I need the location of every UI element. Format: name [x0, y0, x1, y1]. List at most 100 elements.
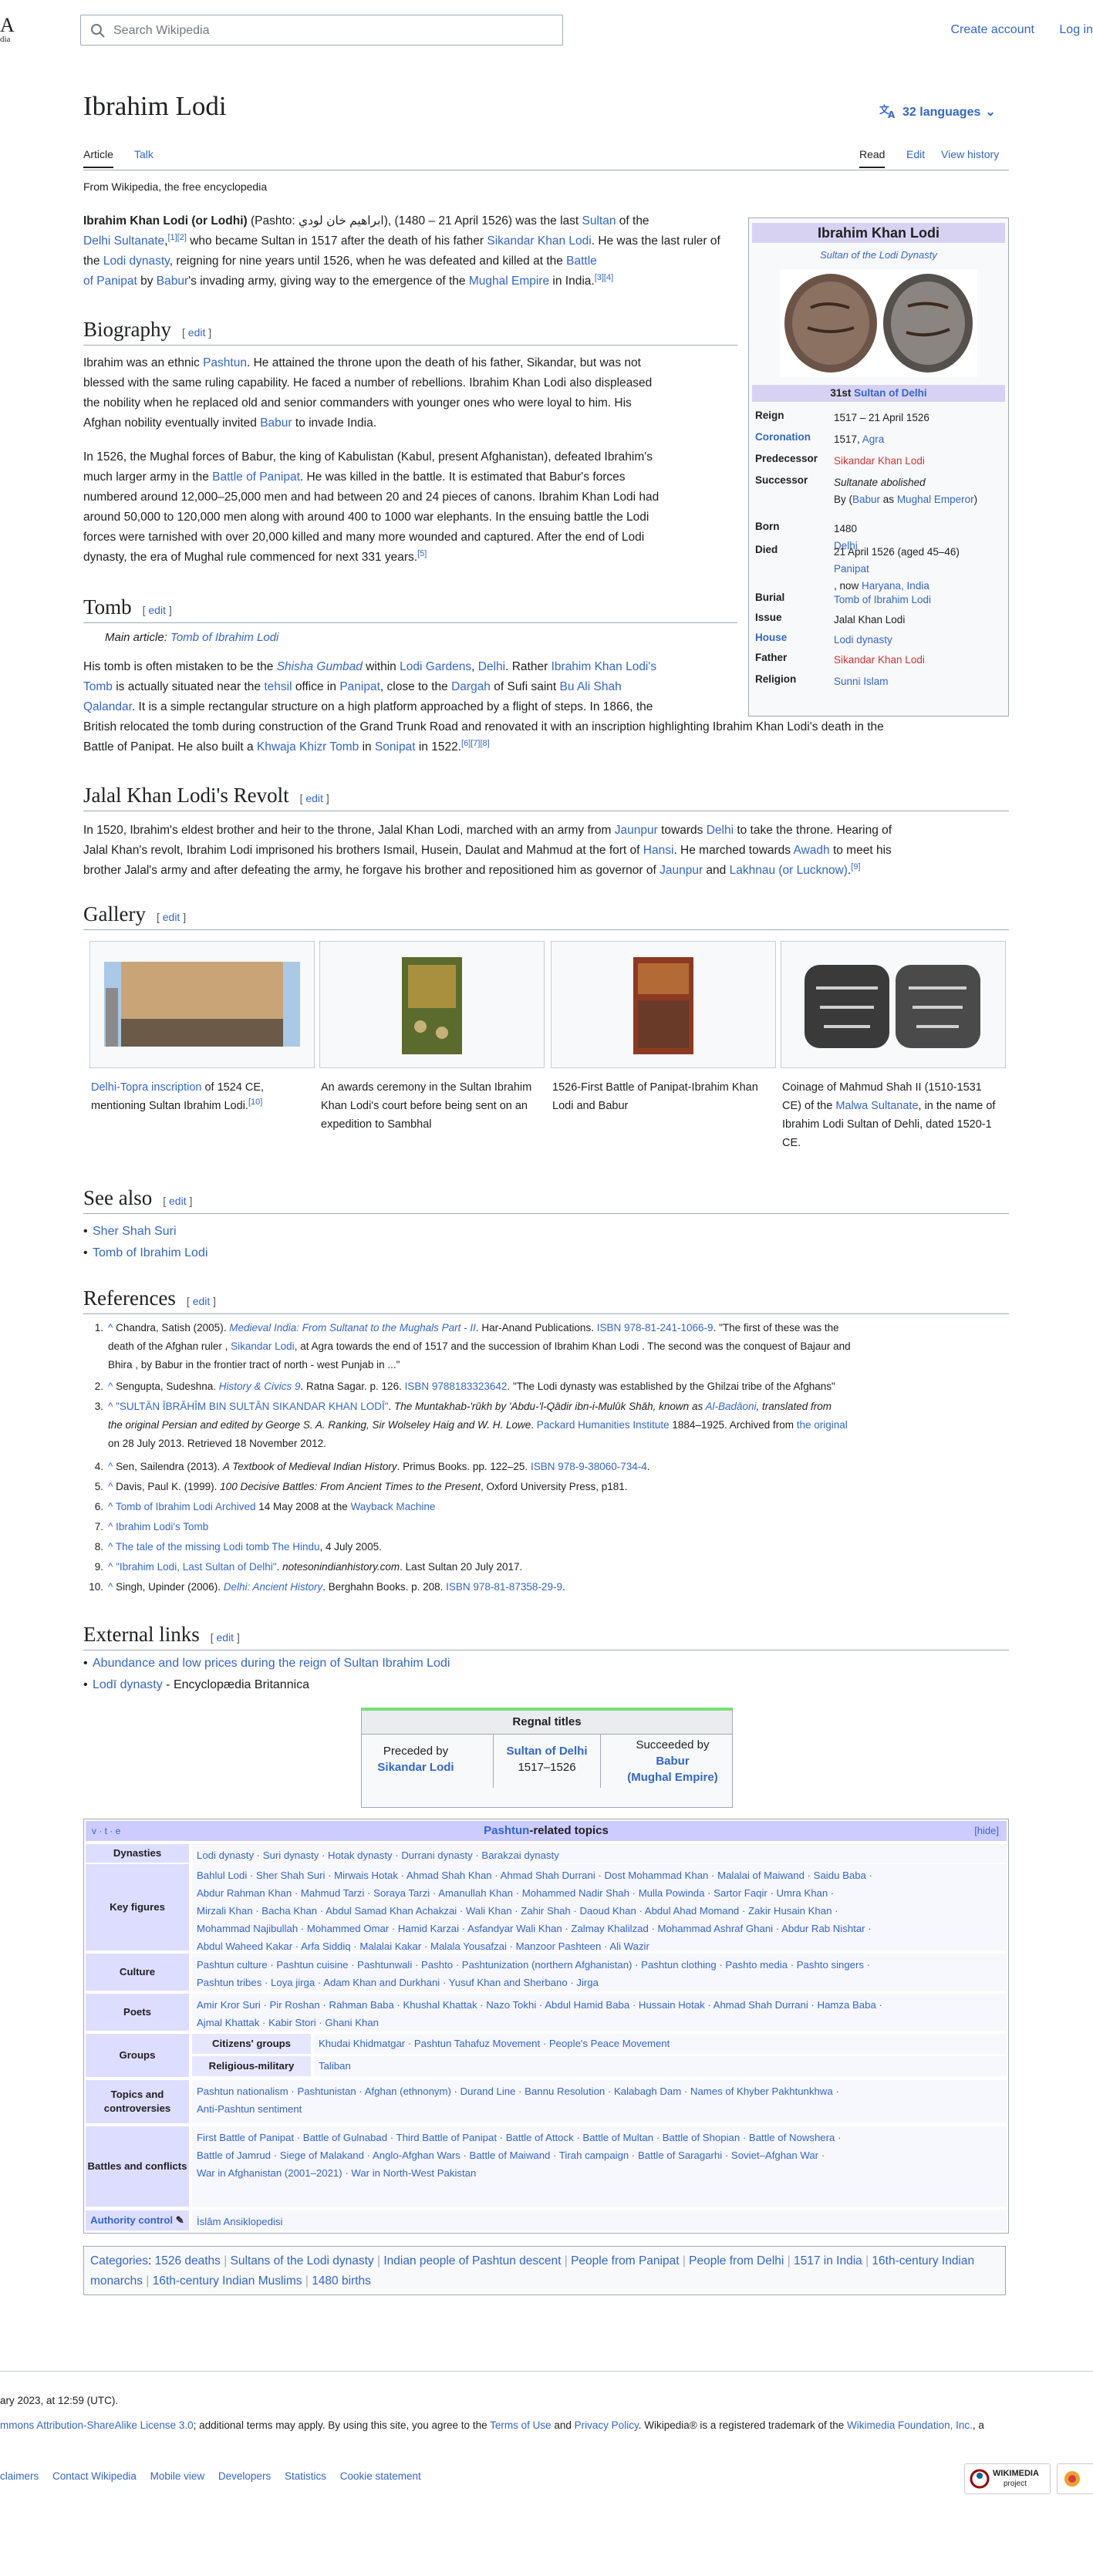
- list-item[interactable]: Sher Shah Suri: [83, 1225, 176, 1239]
- link[interactable]: (Mughal Empire): [627, 1771, 718, 1784]
- navbox-hide-toggle[interactable]: [hide]: [974, 1821, 999, 1841]
- mediawiki-badge[interactable]: [1057, 2463, 1093, 2494]
- link[interactable]: "Ibrahim Lodi, Last Sultan of Delhi": [116, 1561, 276, 1573]
- link[interactable]: History & Civics 9: [219, 1381, 301, 1392]
- tab-talk[interactable]: Talk: [134, 148, 153, 160]
- link[interactable]: Malwa Sultanate: [835, 1100, 918, 1112]
- link[interactable]: Delhi: [478, 660, 505, 673]
- link[interactable]: Authority control: [90, 2214, 173, 2227]
- link[interactable]: Delhi Sultanate: [83, 234, 164, 248]
- navbox-list-line[interactable]: Lodi dynasty · Suri dynasty · Hotak dyna…: [197, 1846, 1002, 1864]
- backlink[interactable]: ^: [108, 1561, 113, 1573]
- link[interactable]: tehsil: [264, 680, 292, 693]
- wmf-link[interactable]: Wikimedia Foundation, Inc.: [847, 2419, 973, 2431]
- isbn-link[interactable]: ISBN 978-81-87358-29-9: [446, 1581, 562, 1593]
- tab-read[interactable]: Read: [859, 148, 886, 168]
- external-link[interactable]: Lodī dynasty: [93, 1678, 163, 1691]
- link[interactable]: Babur: [260, 416, 292, 430]
- link[interactable]: Ibrahim Khan Lodi's: [552, 660, 657, 673]
- link[interactable]: Agra: [862, 433, 885, 445]
- link[interactable]: Sikandar Lodi: [231, 1340, 295, 1352]
- link[interactable]: Packard Humanities Institute: [537, 1419, 670, 1431]
- link[interactable]: Tomb of Ibrahim Lodi: [834, 594, 931, 605]
- category-link[interactable]: Indian people of Pashtun descent: [383, 2254, 561, 2267]
- citation[interactable]: [6][7][8]: [461, 739, 490, 748]
- gallery-item[interactable]: [319, 941, 545, 1068]
- link[interactable]: Khwaja Khizr Tomb: [257, 740, 359, 754]
- isbn-link[interactable]: ISBN 9788183323642: [405, 1381, 508, 1392]
- navbox-list-line[interactable]: Abdul Waheed Kakar · Arfa Siddiq · Malal…: [197, 1937, 1002, 1955]
- link[interactable]: Lodi Gardens: [400, 660, 471, 673]
- category-link[interactable]: People from Delhi: [689, 2254, 784, 2267]
- link[interactable]: Lodi dynasty: [103, 255, 170, 268]
- terms-link[interactable]: Terms of Use: [490, 2419, 552, 2431]
- navbox-list-line[interactable]: Anti-Pashtun sentiment: [197, 2100, 1002, 2118]
- category-link[interactable]: 1526 deaths: [155, 2254, 221, 2267]
- link[interactable]: Pashtun: [484, 1824, 529, 1837]
- footer-link[interactable]: claimers: [0, 2470, 39, 2482]
- link[interactable]: Qalandar: [83, 700, 132, 713]
- link[interactable]: Tomb of Ibrahim Lodi: [116, 1501, 213, 1512]
- backlink[interactable]: ^: [108, 1581, 113, 1593]
- link[interactable]: Babur: [656, 1755, 689, 1768]
- category-link[interactable]: Sultans of the Lodi dynasty: [231, 2254, 374, 2267]
- link[interactable]: Delhi-Topra inscription: [91, 1081, 201, 1094]
- link[interactable]: Bu Ali Shah: [560, 680, 622, 693]
- main-article-link[interactable]: Tomb of Ibrahim Lodi: [170, 631, 278, 644]
- battle-painting-image[interactable]: [552, 942, 775, 1067]
- external-link[interactable]: Abundance and low prices during the reig…: [83, 1657, 450, 1671]
- category-link[interactable]: 16th-century Indian Muslims: [153, 2274, 302, 2288]
- citation[interactable]: [1][2]: [167, 233, 186, 242]
- gallery-item[interactable]: [781, 941, 1006, 1068]
- gallery-item[interactable]: [551, 941, 776, 1068]
- link[interactable]: Archived: [215, 1501, 256, 1512]
- inscription-pillar-image[interactable]: [90, 942, 314, 1067]
- link[interactable]: the original: [797, 1419, 848, 1431]
- search-input[interactable]: [112, 21, 547, 41]
- footer-link[interactable]: Contact Wikipedia: [52, 2470, 137, 2482]
- link[interactable]: Sikandar Lodi: [377, 1761, 454, 1774]
- citation[interactable]: [10]: [248, 1097, 262, 1107]
- link[interactable]: Panipat: [339, 680, 380, 693]
- wikipedia-logo[interactable]: Adia: [0, 15, 15, 45]
- link[interactable]: Hansi: [643, 844, 674, 857]
- navbox-list-line[interactable]: War in Afghanistan (2001–2021) · War in …: [197, 2164, 1002, 2182]
- edit-section-link[interactable]: edit: [188, 326, 206, 339]
- link[interactable]: Battle of Panipat: [212, 470, 300, 484]
- category-link[interactable]: 1480 births: [312, 2274, 371, 2288]
- link[interactable]: Sunni Islam: [834, 676, 889, 687]
- navbox-list-line[interactable]: Amir Kror Suri · Pir Roshan · Rahman Bab…: [197, 1996, 1002, 2014]
- link[interactable]: Mughal Emperor: [897, 494, 974, 505]
- search-box[interactable]: [80, 15, 563, 46]
- link[interactable]: Haryana, India: [862, 580, 929, 592]
- link[interactable]: Lodi dynasty: [834, 634, 892, 646]
- edit-section-link[interactable]: edit: [305, 792, 323, 804]
- link[interactable]: Awadh: [794, 844, 830, 857]
- link[interactable]: Jaunpur: [660, 864, 703, 877]
- privacy-link[interactable]: Privacy Policy: [575, 2419, 639, 2431]
- link[interactable]: Sultan of Delhi: [507, 1745, 588, 1758]
- edit-section-link[interactable]: edit: [193, 1295, 211, 1307]
- navbox-list-line[interactable]: Pashtun culture · Pashtun cuisine · Pash…: [197, 1956, 1002, 1974]
- edit-section-link[interactable]: edit: [163, 911, 180, 923]
- link[interactable]: İslâm Ansiklopedisi: [197, 2216, 282, 2227]
- backlink[interactable]: ^: [108, 1501, 113, 1512]
- infobox-label[interactable]: Coronation: [755, 431, 811, 443]
- navbox-list-line[interactable]: Mohammad Najibullah · Mohammed Omar · Ha…: [197, 1920, 1002, 1937]
- navbox-list[interactable]: Taliban: [314, 2056, 1007, 2076]
- navbox-vte-links[interactable]: v · t · e: [92, 1821, 120, 1841]
- navbox-list-line[interactable]: Pashtun nationalism · Pashtunistan · Afg…: [197, 2082, 1002, 2100]
- link[interactable]: Medieval India: From Sultanat to the Mug…: [229, 1322, 476, 1334]
- edit-section-link[interactable]: edit: [217, 1631, 234, 1644]
- category-link[interactable]: People from Panipat: [571, 2254, 679, 2267]
- citation[interactable]: [5]: [417, 549, 427, 558]
- link[interactable]: Pashtun: [203, 356, 247, 369]
- backlink[interactable]: ^: [108, 1481, 113, 1492]
- language-button[interactable]: 文 A 32 languages ⌄: [879, 103, 996, 120]
- list-item[interactable]: Tomb of Ibrahim Lodi: [83, 1246, 207, 1260]
- link[interactable]: Panipat: [834, 563, 869, 575]
- categories-link[interactable]: Categories: [90, 2254, 148, 2267]
- footer-link[interactable]: Developers: [218, 2470, 271, 2482]
- wikimedia-project-badge[interactable]: WIKIMEDIA project: [964, 2463, 1051, 2494]
- citation[interactable]: [3][4]: [595, 273, 613, 282]
